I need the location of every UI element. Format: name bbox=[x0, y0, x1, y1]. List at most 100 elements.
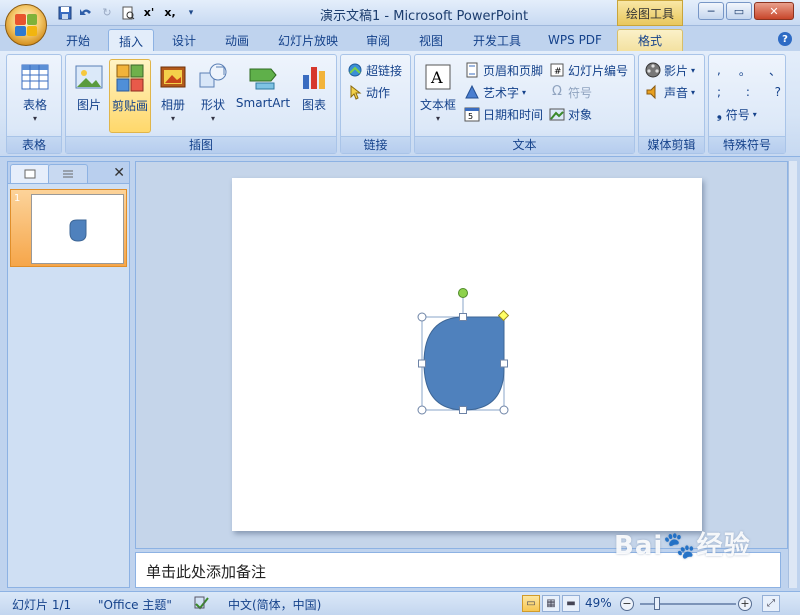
slides-pane: ✕ 1 bbox=[7, 161, 130, 588]
chevron-down-icon: ▾ bbox=[691, 87, 696, 97]
hyperlink-button[interactable]: 超链接 bbox=[347, 60, 402, 80]
textbox-button[interactable]: A 文本框 ▾ bbox=[417, 59, 459, 133]
slide-thumbnail-selected[interactable]: 1 bbox=[10, 189, 127, 267]
colon-symbol[interactable]: : bbox=[746, 85, 750, 99]
title-bar: ↻ x' x, ▾ 演示文稿1 - Microsoft PowerPoint 绘… bbox=[0, 0, 800, 26]
fit-to-window-icon[interactable]: ⤢ bbox=[762, 595, 780, 612]
help-icon[interactable]: ? bbox=[778, 32, 792, 46]
redo-icon[interactable]: ↻ bbox=[98, 4, 116, 21]
picture-button-label: 图片 bbox=[76, 98, 101, 112]
date-time-label: 日期和时间 bbox=[483, 107, 544, 122]
question-symbol[interactable]: ? bbox=[775, 85, 781, 99]
table-button[interactable]: 表格 ▾ bbox=[13, 59, 57, 133]
symbol-button-disabled[interactable]: Ω 符号 bbox=[549, 82, 592, 102]
semicolon-symbol[interactable]: ; bbox=[717, 85, 721, 99]
chevron-down-icon: ▾ bbox=[210, 114, 215, 123]
wordart-icon bbox=[465, 84, 479, 99]
header-footer-label: 页眉和页脚 bbox=[483, 63, 544, 78]
wordart-button[interactable]: 艺术字 ▾ bbox=[464, 82, 526, 102]
smartart-button[interactable]: SmartArt bbox=[235, 59, 291, 133]
baidu-watermark: Bai🐾经验 bbox=[614, 525, 751, 562]
close-icon[interactable]: ✕ bbox=[113, 165, 125, 181]
normal-view-button[interactable]: ▭ bbox=[522, 595, 540, 612]
tab-animations[interactable]: 动画 bbox=[215, 29, 259, 51]
language-indicator[interactable]: 中文(简体，中国) bbox=[228, 596, 321, 613]
superscript-icon[interactable]: x' bbox=[140, 4, 158, 21]
print-preview-icon[interactable] bbox=[119, 4, 137, 21]
action-button[interactable]: 动作 bbox=[347, 82, 390, 102]
spellcheck-icon[interactable] bbox=[194, 596, 210, 613]
maximize-button[interactable]: ▭ bbox=[726, 2, 752, 20]
enum-comma-symbol[interactable]: 、 bbox=[769, 62, 781, 79]
chart-button[interactable]: 图表 bbox=[294, 59, 334, 133]
undo-icon[interactable] bbox=[77, 4, 95, 21]
special-symbol-button[interactable]: ❟ 符号 ▾ bbox=[717, 104, 757, 124]
minimize-button[interactable]: ─ bbox=[698, 2, 724, 20]
movie-button[interactable]: 影片 ▾ bbox=[645, 60, 695, 80]
zoom-slider-thumb[interactable] bbox=[654, 597, 660, 610]
vertical-scrollbar[interactable] bbox=[788, 161, 797, 588]
zoom-out-icon[interactable]: − bbox=[620, 597, 634, 611]
close-button[interactable]: ✕ bbox=[754, 2, 794, 20]
ribbon: 表格 ▾ 表格 图片 剪贴画 相册 ▾ 形状 ▾ SmartArt 图表 插图 … bbox=[0, 51, 800, 157]
chevron-down-icon: ▾ bbox=[32, 114, 37, 123]
customize-qat-icon[interactable]: ▾ bbox=[182, 4, 200, 21]
tab-review[interactable]: 审阅 bbox=[356, 29, 400, 51]
tab-slideshow[interactable]: 幻灯片放映 bbox=[268, 29, 348, 51]
period-symbol[interactable]: 。 bbox=[739, 62, 751, 79]
picture-button[interactable]: 图片 bbox=[70, 59, 108, 133]
clipart-button[interactable]: 剪贴画 bbox=[109, 59, 151, 133]
sound-button[interactable]: 声音 ▾ bbox=[645, 82, 695, 102]
resize-handle-sw[interactable] bbox=[417, 405, 427, 415]
group-links: 超链接 动作 链接 bbox=[340, 54, 411, 154]
chart-icon bbox=[303, 67, 325, 89]
tab-view[interactable]: 视图 bbox=[409, 29, 453, 51]
notes-placeholder: 单击此处添加备注 bbox=[146, 563, 267, 581]
theme-name[interactable]: "Office 主题" bbox=[98, 596, 172, 613]
comma-symbol[interactable]: , bbox=[717, 63, 721, 77]
tab-design[interactable]: 设计 bbox=[162, 29, 206, 51]
tab-developer[interactable]: 开发工具 bbox=[462, 29, 532, 51]
rotation-handle[interactable] bbox=[458, 288, 468, 298]
office-button[interactable] bbox=[5, 4, 47, 46]
group-text: A 文本框 ▾ 页眉和页脚 艺术字 ▾ 5 日期和时间 # 幻灯片编号 Ω 符号… bbox=[414, 54, 635, 154]
table-icon bbox=[21, 64, 49, 90]
chevron-down-icon: ▾ bbox=[170, 114, 175, 123]
resize-handle-w[interactable] bbox=[418, 359, 426, 368]
chevron-down-icon: ▾ bbox=[691, 65, 696, 75]
outline-tab[interactable] bbox=[48, 164, 88, 183]
object-button[interactable]: 对象 bbox=[549, 104, 592, 124]
symbol-row-2: ; : ? bbox=[717, 82, 781, 102]
slide-number-button[interactable]: # 幻灯片编号 bbox=[549, 60, 628, 80]
symbol-label: 符号 bbox=[568, 85, 593, 100]
resize-handle-s[interactable] bbox=[459, 406, 467, 414]
slideshow-button[interactable]: ▬ bbox=[562, 595, 580, 612]
ribbon-tabs: 开始 插入 设计 动画 幻灯片放映 审阅 视图 开发工具 WPS PDF 格式 … bbox=[0, 26, 800, 52]
slides-tab-icon bbox=[24, 169, 36, 179]
slide-canvas[interactable] bbox=[232, 178, 702, 531]
photo-album-button[interactable]: 相册 ▾ bbox=[154, 59, 192, 133]
tab-format[interactable]: 格式 bbox=[617, 29, 683, 51]
tab-home[interactable]: 开始 bbox=[56, 29, 100, 51]
zoom-in-icon[interactable]: + bbox=[738, 597, 752, 611]
header-footer-button[interactable]: 页眉和页脚 bbox=[464, 60, 543, 80]
resize-handle-se[interactable] bbox=[499, 405, 509, 415]
object-label: 对象 bbox=[568, 107, 593, 122]
resize-handle-n[interactable] bbox=[459, 313, 467, 321]
zoom-percent[interactable]: 49% bbox=[585, 596, 612, 610]
tab-insert[interactable]: 插入 bbox=[108, 29, 154, 52]
subscript-icon[interactable]: x, bbox=[161, 4, 179, 21]
slides-tab[interactable] bbox=[10, 164, 50, 183]
tab-wps-pdf[interactable]: WPS PDF bbox=[540, 29, 610, 51]
header-footer-icon bbox=[466, 62, 478, 78]
save-icon[interactable] bbox=[56, 4, 74, 21]
slide-edit-area bbox=[135, 161, 788, 549]
group-label-text: 文本 bbox=[415, 136, 634, 153]
resize-handle-e[interactable] bbox=[500, 359, 508, 368]
slide-sorter-button[interactable]: ▦ bbox=[542, 595, 560, 612]
shapes-button[interactable]: 形状 ▾ bbox=[194, 59, 232, 133]
resize-handle-nw[interactable] bbox=[417, 312, 427, 322]
date-time-icon: 5 bbox=[464, 107, 480, 122]
teardrop-shape[interactable] bbox=[423, 316, 505, 411]
date-time-button[interactable]: 5 日期和时间 bbox=[464, 104, 543, 124]
